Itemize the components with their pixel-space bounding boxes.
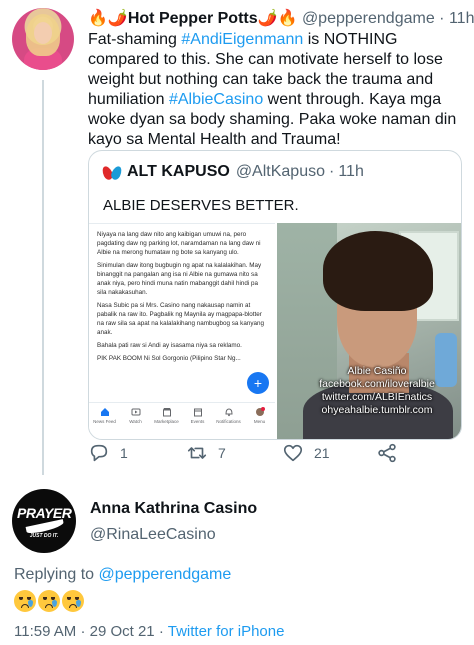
heart-icon [283, 444, 303, 462]
share-icon [378, 443, 396, 463]
crying-face-icon [62, 590, 84, 612]
like-count: 21 [314, 445, 330, 461]
thread-line [42, 80, 44, 475]
article-paragraph: Nasa Subic pa si Mrs. Casino nang nakaus… [97, 302, 264, 336]
plus-icon: + [247, 372, 269, 394]
avatar-text: PRAYER [17, 505, 72, 521]
hashtag-link[interactable]: #AlbieCasino [169, 91, 263, 108]
separator: · [439, 10, 445, 27]
article-paragraph: Niyaya na lang daw nito ang kaibigan umu… [97, 231, 261, 256]
alt-kapuso-logo-icon [100, 163, 124, 182]
handle[interactable]: @pepperendgame [302, 10, 435, 27]
article-paragraph: Bahala pati raw si Andi ay isasama niya … [97, 342, 242, 349]
crying-face-icon [14, 590, 36, 612]
replying-to: Replying to @pepperendgame [14, 566, 231, 584]
retweet-icon [187, 447, 207, 459]
photo-caption-line: ohyeahalbie.tumblr.com [321, 404, 433, 416]
reply-handle[interactable]: @RinaLeeCasino [90, 526, 216, 544]
avatar-face [34, 22, 52, 44]
screenshot-nav-item: Menu [247, 407, 273, 424]
store-icon [162, 408, 171, 417]
hashtag-link[interactable]: #AndiEigenmann [181, 31, 303, 48]
screenshot-nav-bar: News Feed Watch Marketplace Events Notif… [89, 402, 275, 434]
tweet-time[interactable]: 11:59 AM [14, 623, 76, 640]
quoted-handle[interactable]: @AltKapuso [236, 163, 325, 181]
quoted-tweet-card[interactable]: ALT KAPUSO @AltKapuso · 11h ALBIE DESERV… [88, 150, 462, 440]
quoted-tweet-header: ALT KAPUSO @AltKapuso · 11h [100, 163, 364, 182]
photo-caption-line: twitter.com/ALBIEnatics [321, 391, 433, 403]
screenshot-nav-item: Watch [123, 407, 149, 424]
tweet-date[interactable]: 29 Oct 21 [90, 623, 155, 640]
albie-photo-image[interactable]: Albie Casiño facebook.com/iloveralbie tw… [277, 223, 461, 439]
home-icon [100, 408, 109, 416]
timestamp[interactable]: 11h [449, 10, 474, 27]
screenshot-nav-item: Events [185, 407, 211, 424]
article-screenshot-image[interactable]: Niyaya na lang daw nito ang kaibigan umu… [89, 223, 275, 433]
reply-avatar[interactable]: PRAYER JUST DO IT. [12, 489, 76, 553]
display-name[interactable]: 🔥🌶️Hot Pepper Potts🌶️🔥 [88, 10, 297, 27]
quoted-timestamp: 11h [338, 163, 364, 180]
reply-count: 1 [120, 445, 128, 461]
article-screenshot-text: Niyaya na lang daw nito ang kaibigan umu… [97, 230, 269, 367]
screenshot-nav-item: News Feed [92, 407, 118, 424]
screenshot-nav-label: Watch [129, 419, 142, 424]
reply-text [14, 590, 86, 612]
calendar-icon [193, 408, 202, 417]
reply-icon [90, 444, 108, 462]
like-button[interactable]: 21 [282, 442, 330, 464]
screenshot-nav-label: Menu [253, 419, 266, 424]
avatar-subtext: JUST DO IT. [29, 533, 59, 539]
separator: · [329, 163, 335, 180]
screenshot-nav-label: Events [190, 419, 205, 424]
screenshot-nav-label: Marketplace [154, 419, 179, 424]
tweet-actions: 1 7 21 [88, 442, 408, 466]
photo-hair [323, 231, 433, 311]
article-paragraph: Sinimulan daw itong bugbugin ng apat na … [97, 262, 262, 296]
replying-to-label: Replying to [14, 566, 99, 583]
separator: · [158, 623, 164, 640]
tweet-text-part: Fat-shaming [88, 31, 182, 48]
video-icon [131, 408, 140, 416]
quoted-display-name[interactable]: ALT KAPUSO [127, 163, 230, 181]
crying-face-icon [38, 590, 60, 612]
screenshot-nav-item: Marketplace [154, 407, 180, 424]
share-button[interactable] [376, 442, 408, 464]
avatar[interactable] [12, 8, 74, 70]
screenshot-nav-label: News Feed [93, 419, 116, 424]
reply-display-name[interactable]: Anna Kathrina Casino [90, 500, 257, 518]
retweet-count: 7 [218, 445, 226, 461]
separator: · [80, 623, 86, 640]
tweet-source-link[interactable]: Twitter for iPhone [168, 623, 285, 640]
screenshot-nav-item: Notifications [216, 407, 242, 424]
quoted-tweet-text: ALBIE DESERVES BETTER. [103, 197, 299, 214]
photo-caption-line: facebook.com/iloveralbie [319, 378, 435, 390]
replying-to-link[interactable]: @pepperendgame [99, 566, 232, 583]
retweet-button[interactable]: 7 [186, 442, 226, 464]
reply-button[interactable]: 1 [88, 442, 128, 464]
article-paragraph: PIK PAK BOOM Ni Sol Gorgonio (Pilipino S… [97, 355, 241, 362]
menu-avatar-icon [255, 407, 265, 416]
bell-icon [224, 408, 233, 417]
tweet-header: 🔥🌶️Hot Pepper Potts🌶️🔥 @pepperendgame · … [88, 8, 474, 28]
screenshot-nav-label: Notifications [216, 419, 241, 424]
tweet-meta: 11:59 AM · 29 Oct 21 · Twitter for iPhon… [14, 623, 284, 640]
tweet-text: Fat-shaming #AndiEigenmann is NOTHING co… [88, 30, 468, 150]
photo-caption-line: Albie Casiño [347, 365, 407, 377]
